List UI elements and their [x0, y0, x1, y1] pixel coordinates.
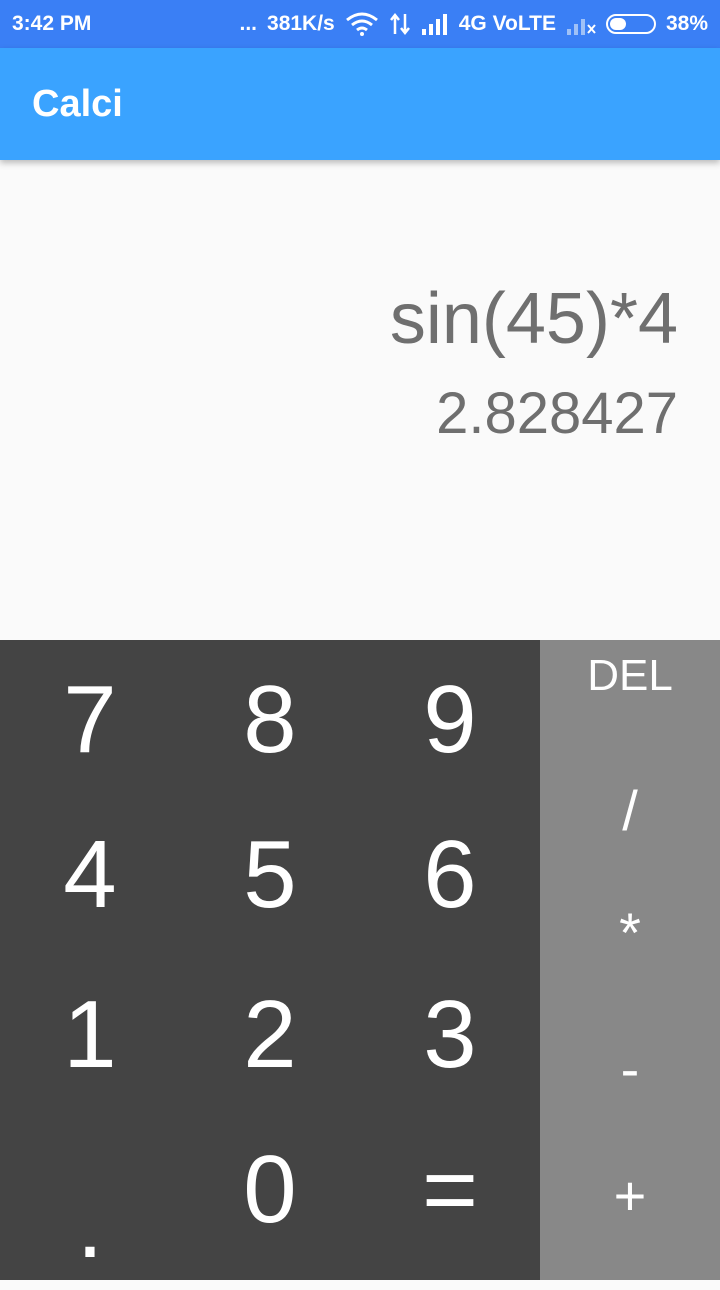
multiply-button[interactable]: * [540, 872, 720, 992]
network-speed: 381K/s [267, 12, 335, 35]
key-5[interactable]: 5 [180, 795, 360, 955]
wifi-icon [345, 12, 379, 36]
key-8[interactable]: 8 [180, 640, 360, 800]
operator-panel: DEL / * - + [540, 640, 720, 1280]
key-decimal[interactable]: . [0, 1130, 180, 1290]
no-signal-icon [566, 13, 596, 35]
notification-dots: ... [239, 12, 258, 35]
signal-icon [421, 13, 449, 35]
plus-button[interactable]: + [540, 1135, 720, 1255]
number-keypad: 7 8 9 4 5 6 1 2 3 . 0 = [0, 640, 540, 1280]
key-9[interactable]: 9 [360, 640, 540, 800]
divide-button[interactable]: / [540, 750, 720, 870]
status-time: 3:42 PM [12, 12, 92, 35]
delete-button[interactable]: DEL [540, 640, 720, 712]
key-2[interactable]: 2 [180, 955, 360, 1115]
key-equals[interactable]: = [360, 1110, 540, 1270]
minus-button[interactable]: - [540, 1008, 720, 1128]
calculator-display: sin(45)*4 2.828427 [0, 160, 720, 640]
data-transfer-icon [389, 12, 411, 36]
status-bar: 3:42 PM ... 381K/s 4G VoLTE 38% [0, 0, 720, 48]
battery-fill [609, 18, 626, 30]
key-4[interactable]: 4 [0, 795, 180, 955]
key-0[interactable]: 0 [180, 1110, 360, 1270]
battery-percent: 38% [665, 12, 708, 35]
key-1[interactable]: 1 [0, 955, 180, 1115]
key-3[interactable]: 3 [360, 955, 540, 1115]
network-type: 4G VoLTE [458, 12, 556, 35]
key-7[interactable]: 7 [0, 640, 180, 800]
app-bar: Calci [0, 48, 720, 160]
result-text: 2.828427 [436, 381, 678, 446]
battery-icon [605, 14, 656, 34]
key-6[interactable]: 6 [360, 795, 540, 955]
app-title: Calci [32, 82, 123, 125]
expression-text: sin(45)*4 [389, 279, 678, 359]
